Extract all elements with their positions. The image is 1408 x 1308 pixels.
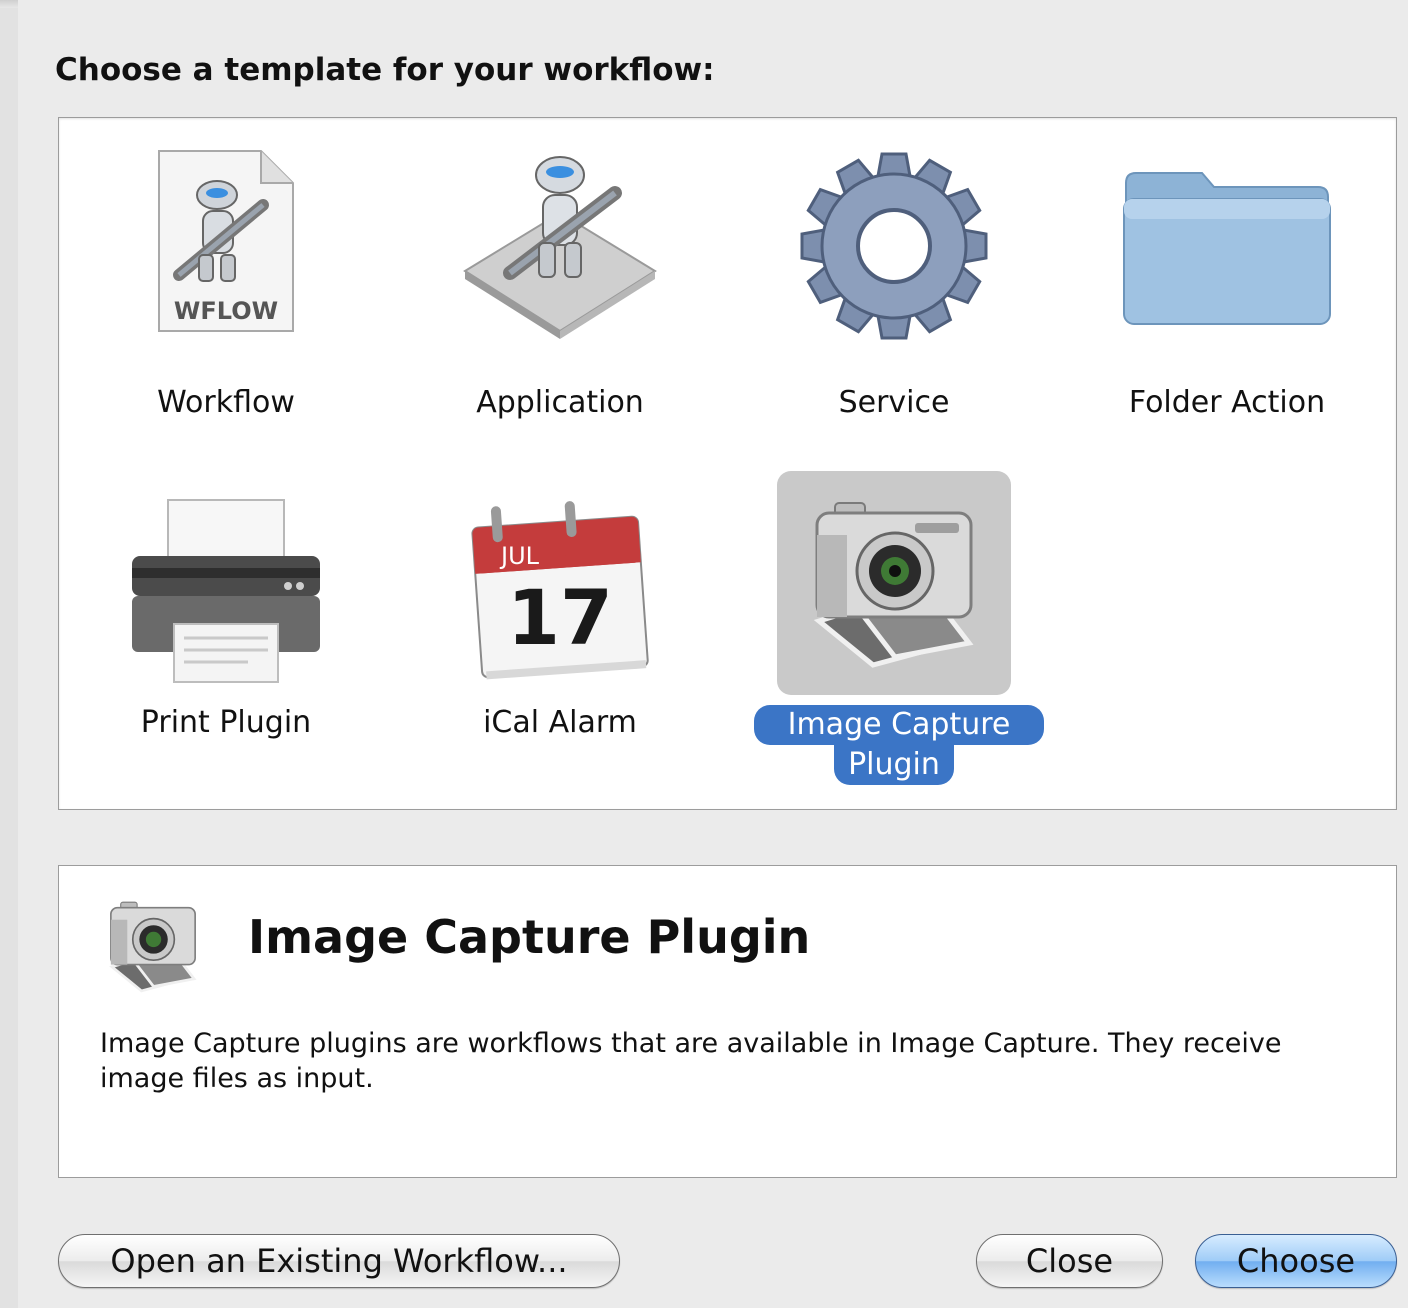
- selected-template-label-line-2: Plugin: [834, 745, 954, 785]
- template-grid: WFLOW Workflow Application Service Folde…: [58, 117, 1397, 810]
- template-label-line-2: Plugin: [848, 747, 940, 782]
- template-label: Print Plugin: [140, 705, 312, 740]
- gear-icon: [800, 152, 988, 340]
- automator-robot-icon: [463, 156, 657, 339]
- template-print-plugin[interactable]: Print Plugin: [76, 496, 376, 776]
- dialog-prompt: Choose a template for your workflow:: [55, 52, 715, 88]
- template-label: Workflow: [157, 385, 295, 420]
- description-text: Image Capture plugins are workflows that…: [100, 1028, 1282, 1094]
- template-label-line-1: Image Capture: [787, 707, 1011, 742]
- template-application[interactable]: Application: [410, 143, 710, 433]
- template-label: Application: [476, 385, 644, 420]
- close-button[interactable]: Close: [976, 1234, 1163, 1288]
- template-folder-action[interactable]: Folder Action: [1077, 143, 1377, 433]
- template-image-capture-plugin[interactable]: Image Capture Plugin: [744, 471, 1044, 801]
- template-workflow[interactable]: WFLOW Workflow: [76, 143, 376, 433]
- template-label: Service: [838, 385, 950, 420]
- open-existing-workflow-button[interactable]: Open an Existing Workflow...: [58, 1234, 620, 1288]
- selected-template-label: Image Capture: [754, 705, 1044, 745]
- template-ical-alarm[interactable]: JUL 17 iCal Alarm: [410, 496, 710, 776]
- template-service[interactable]: Service: [744, 143, 1044, 433]
- description-title: Image Capture Plugin: [248, 910, 811, 964]
- template-label: Folder Action: [1128, 385, 1326, 420]
- folder-icon: [1123, 172, 1331, 325]
- camera-icon: [109, 901, 197, 993]
- camera-icon: [813, 502, 974, 668]
- template-label: iCal Alarm: [483, 705, 637, 740]
- calendar-day: 17: [507, 573, 613, 662]
- calendar-month: JUL: [500, 542, 539, 570]
- printer-icon: [132, 499, 320, 683]
- workflow-badge: WFLOW: [173, 297, 279, 325]
- choose-button[interactable]: Choose: [1195, 1234, 1397, 1288]
